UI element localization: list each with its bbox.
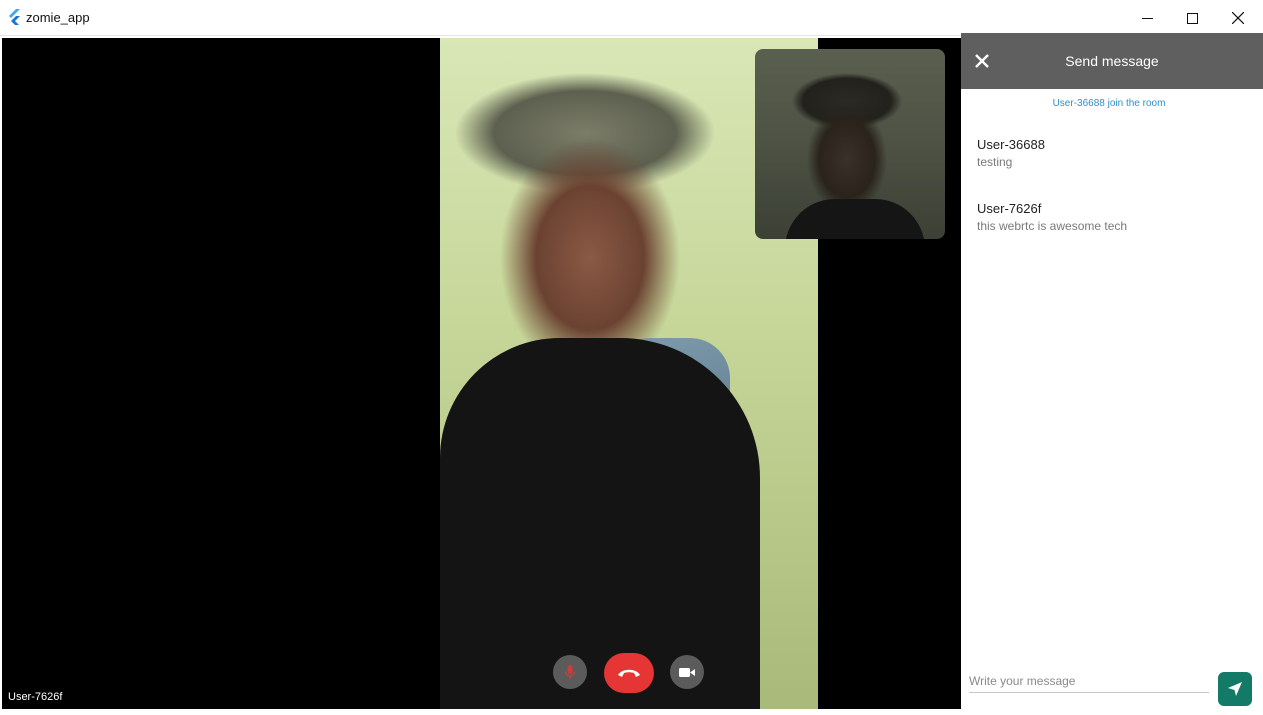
end-call-button[interactable] <box>604 653 654 693</box>
message-sender: User-7626f <box>977 201 1042 216</box>
remote-user-label: User-7626f <box>8 691 63 703</box>
mic-off-icon <box>564 665 576 679</box>
message-text: this webrtc is awesome tech <box>977 219 1128 233</box>
chat-message: User-7626f this webrtc is awesome tech <box>977 201 1247 233</box>
chat-title: Send message <box>1065 53 1159 69</box>
message-composer <box>961 644 1263 715</box>
message-text: testing <box>977 155 1013 169</box>
mute-mic-button[interactable] <box>553 655 587 689</box>
window-close-button[interactable] <box>1215 0 1261 36</box>
message-input[interactable] <box>969 670 1209 693</box>
maximize-button[interactable] <box>1169 0 1215 36</box>
flutter-logo-icon <box>9 9 20 25</box>
send-icon <box>1228 682 1242 696</box>
close-icon <box>1232 12 1244 24</box>
chat-header: Send message <box>961 33 1263 89</box>
local-video-preview[interactable] <box>755 49 945 239</box>
app-title: zomie_app <box>26 10 90 25</box>
minimize-icon <box>1141 17 1153 19</box>
maximize-icon <box>1186 12 1198 24</box>
toggle-camera-button[interactable] <box>670 655 704 689</box>
call-controls <box>2 653 961 695</box>
phone-hangup-icon <box>618 669 640 677</box>
message-sender: User-36688 <box>977 137 1045 152</box>
title-bar: zomie_app <box>0 0 1263 36</box>
join-notice: User-36688 join the room <box>1052 98 1166 109</box>
minimize-button[interactable] <box>1124 0 1170 36</box>
send-message-button[interactable] <box>1218 672 1252 706</box>
local-person-silhouette <box>785 199 925 239</box>
video-camera-icon <box>679 667 695 677</box>
video-call-area: User-7626f <box>2 38 961 709</box>
chat-panel: Send message User-36688 join the room Us… <box>961 33 1263 715</box>
chat-message: User-36688 testing <box>977 137 1247 169</box>
